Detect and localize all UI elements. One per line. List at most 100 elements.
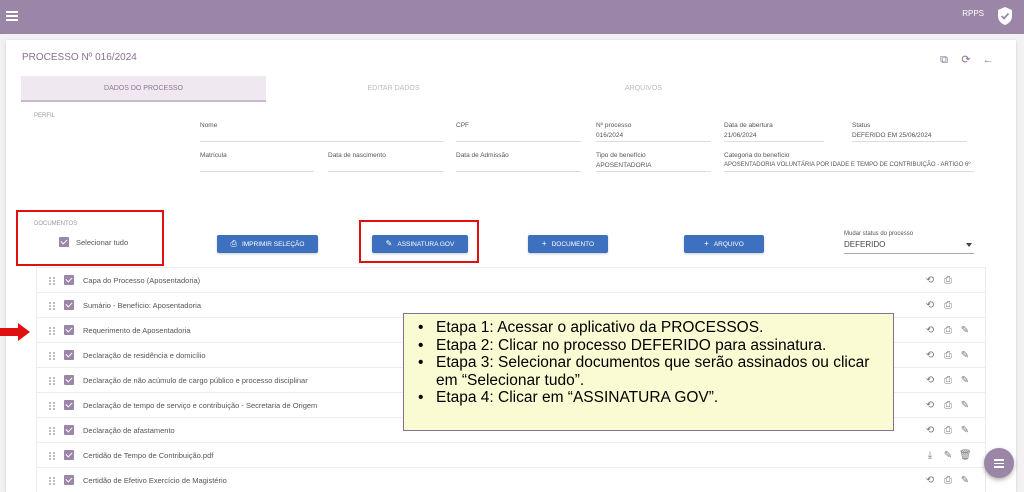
trash-icon[interactable]: 🗑: [959, 450, 972, 462]
top-bar: RPPS: [0, 0, 1024, 34]
print-icon[interactable]: ⎙: [942, 375, 954, 387]
instruction-step: Etapa 2: Clicar no processo DEFERIDO par…: [416, 337, 883, 355]
list-item[interactable]: Capa do Processo (Aposentadoria) ⟲ ⎙: [36, 267, 986, 293]
drag-handle-icon[interactable]: [49, 402, 55, 410]
menu-icon[interactable]: [6, 11, 18, 21]
edit-icon[interactable]: ✎: [959, 350, 971, 362]
print-icon: ⎙: [230, 239, 237, 248]
instruction-step: Etapa 4: Clicar em “ASSINATURA GOV”.: [416, 389, 883, 407]
item-checkbox[interactable]: [64, 450, 74, 460]
app-label: RPPS: [962, 9, 984, 18]
field-matricula[interactable]: Matrícula: [200, 152, 314, 172]
status-select[interactable]: DEFERIDO: [844, 240, 974, 254]
history-icon[interactable]: ⟲: [924, 325, 936, 337]
item-name: Declaração de não acúmulo de cargo públi…: [83, 376, 308, 385]
item-name: Declaração de afastamento: [83, 426, 175, 435]
print-selection-button[interactable]: ⎙ IMPRIMIR SELEÇÃO: [217, 235, 318, 253]
item-checkbox[interactable]: [64, 375, 74, 385]
history-icon[interactable]: ⟲: [924, 400, 936, 412]
drag-handle-icon[interactable]: [49, 327, 55, 335]
field-cpf[interactable]: CPF: [456, 122, 581, 142]
edit-icon[interactable]: ✎: [959, 375, 971, 387]
arrow-right-icon: [0, 323, 30, 341]
field-tipo-beneficio[interactable]: Tipo de benefício APOSENTADORIA: [596, 152, 711, 172]
item-name: Sumário - Benefício: Aposentadoria: [83, 301, 201, 310]
print-icon[interactable]: ⎙: [942, 300, 954, 312]
list-item[interactable]: Certidão de Tempo de Contribuição.pdf ⤓ …: [36, 442, 986, 468]
item-name: Certidão de Tempo de Contribuição.pdf: [83, 451, 214, 460]
plus-icon: +: [541, 239, 547, 248]
drag-handle-icon[interactable]: [49, 477, 55, 485]
item-checkbox[interactable]: [64, 400, 74, 410]
item-name: Declaração de residência e domicílio: [83, 351, 206, 360]
edit-icon[interactable]: ✎: [959, 325, 971, 337]
tab-arquivos[interactable]: ARQUIVOS: [521, 76, 766, 102]
chevron-down-icon: [966, 243, 972, 247]
print-icon[interactable]: ⎙: [942, 425, 954, 437]
shield-check-icon[interactable]: [996, 6, 1014, 26]
item-checkbox[interactable]: [64, 425, 74, 435]
select-all-label[interactable]: Selecionar tudo: [76, 238, 128, 247]
field-data-nascimento[interactable]: Data de nascimento: [328, 152, 443, 172]
back-arrow-icon[interactable]: ←: [982, 54, 994, 66]
print-icon[interactable]: ⎙: [942, 400, 954, 412]
field-data-admissao[interactable]: Data de Admissão: [456, 152, 581, 172]
header-actions: ⧉ ⟳ ←: [938, 54, 998, 68]
tab-dados-do-processo[interactable]: DADOS DO PROCESSO: [21, 76, 266, 102]
list-item[interactable]: Certidão de Efetivo Exercício de Magisté…: [36, 467, 986, 492]
field-numero-processo[interactable]: Nº processo 016/2024: [596, 122, 711, 142]
select-all-checkbox[interactable]: [59, 237, 69, 247]
item-checkbox[interactable]: [64, 350, 74, 360]
field-data-abertura[interactable]: Data de abertura 21/06/2024: [724, 122, 824, 142]
field-status[interactable]: Status DEFERIDO EM 25/06/2024: [852, 122, 967, 142]
page-title: PROCESSO Nº 016/2024: [22, 52, 137, 63]
drag-handle-icon[interactable]: [49, 277, 55, 285]
documents-section-label: DOCUMENTOS: [34, 221, 78, 227]
item-name: Certidão de Efetivo Exercício de Magisté…: [83, 476, 227, 485]
sign-gov-button[interactable]: ✎ ASSINATURA GOV: [372, 235, 468, 253]
instruction-callout: Etapa 1: Acessar o aplicativo da PROCESS…: [403, 313, 894, 431]
add-document-button[interactable]: + DOCUMENTO: [528, 235, 608, 253]
edit-icon[interactable]: ✎: [959, 475, 971, 487]
history-icon[interactable]: ⟲: [924, 275, 936, 287]
drag-handle-icon[interactable]: [49, 452, 55, 460]
history-icon[interactable]: ⟲: [924, 300, 936, 312]
drag-handle-icon[interactable]: [49, 427, 55, 435]
add-file-button[interactable]: + ARQUIVO: [684, 235, 764, 253]
print-icon[interactable]: ⎙: [942, 325, 954, 337]
print-icon[interactable]: ⎙: [942, 475, 954, 487]
profile-section-label: PERFIL: [34, 113, 56, 119]
field-categoria-beneficio[interactable]: Categoria do benefício APOSENTADORIA VOL…: [724, 152, 974, 172]
history-icon[interactable]: ⟲: [924, 350, 936, 362]
item-name: Capa do Processo (Aposentadoria): [83, 276, 201, 285]
history-icon[interactable]: ⟲: [924, 425, 936, 437]
open-external-icon[interactable]: ⧉: [938, 54, 950, 66]
field-nome[interactable]: Nome: [200, 122, 443, 142]
download-icon[interactable]: ⤓: [924, 450, 936, 462]
drag-handle-icon[interactable]: [49, 302, 55, 310]
refresh-icon[interactable]: ⟳: [960, 54, 972, 66]
instruction-step: Etapa 1: Acessar o aplicativo da PROCESS…: [416, 319, 883, 337]
floating-menu-button[interactable]: [984, 448, 1014, 478]
drag-handle-icon[interactable]: [49, 377, 55, 385]
edit-icon[interactable]: ✎: [959, 400, 971, 412]
edit-icon[interactable]: ✎: [942, 450, 954, 462]
print-icon[interactable]: ⎙: [942, 275, 954, 287]
item-checkbox[interactable]: [64, 325, 74, 335]
plus-icon: +: [704, 239, 709, 248]
history-icon[interactable]: ⟲: [924, 475, 936, 487]
tab-bar: DADOS DO PROCESSO EDITAR DADOS ARQUIVOS: [21, 76, 766, 102]
item-checkbox[interactable]: [64, 275, 74, 285]
item-name: Requerimento de Aposentadoria: [83, 326, 191, 335]
item-checkbox[interactable]: [64, 475, 74, 485]
instruction-step: Etapa 3: Selecionar documentos que serão…: [416, 354, 883, 389]
item-name: Declaração de tempo de serviço e contrib…: [83, 401, 318, 410]
sign-icon: ✎: [385, 239, 393, 248]
tab-editar-dados[interactable]: EDITAR DADOS: [271, 76, 516, 102]
print-icon[interactable]: ⎙: [942, 350, 954, 362]
drag-handle-icon[interactable]: [49, 352, 55, 360]
edit-icon[interactable]: ✎: [959, 425, 971, 437]
item-checkbox[interactable]: [64, 300, 74, 310]
status-select-label: Mudar status do processo: [844, 231, 914, 237]
history-icon[interactable]: ⟲: [924, 375, 936, 387]
